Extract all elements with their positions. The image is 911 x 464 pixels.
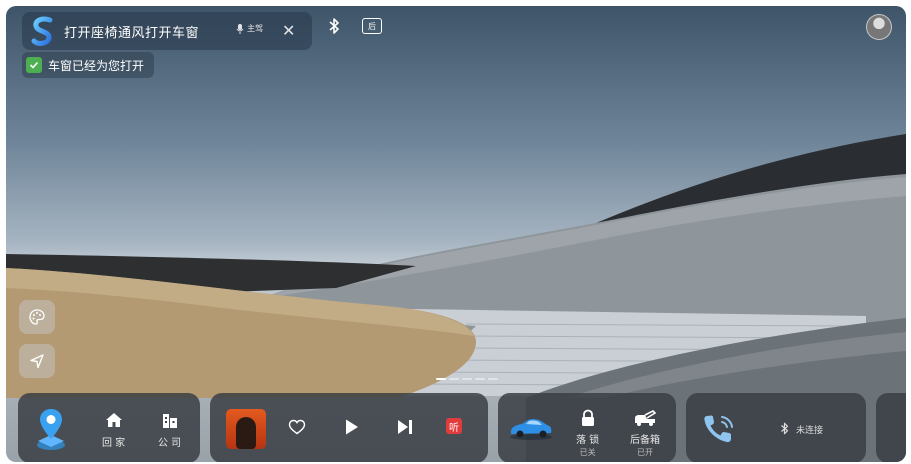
next-track-icon[interactable] — [396, 418, 414, 436]
trunk-status: 已开 — [637, 448, 653, 457]
user-avatar-icon[interactable] — [866, 14, 892, 40]
dock-phone-card[interactable]: 未连接 — [686, 393, 866, 462]
car-model-icon[interactable] — [508, 415, 554, 441]
dock-navigation-card: 回 家 公 司 — [18, 393, 200, 462]
trunk-control[interactable]: 后备箱 已开 — [630, 409, 660, 458]
page-dot[interactable] — [488, 378, 498, 380]
page-dot[interactable] — [475, 378, 485, 380]
phone-icon[interactable] — [702, 413, 738, 445]
notice-text: 车窗已经为您打开 — [48, 58, 145, 73]
rear-display-icon[interactable]: 后 — [362, 18, 382, 34]
trunk-open-icon — [635, 410, 657, 426]
theme-palette-button[interactable] — [19, 300, 55, 334]
palette-icon — [29, 309, 45, 325]
car-infotainment-screen: 打开座椅通风打开车窗 主驾 ✕ 后 车窗已经为您打开 回 家 公 司 听 落 锁… — [6, 6, 906, 462]
mic-seat-label: 主驾 — [247, 24, 263, 33]
listen-app-icon[interactable]: 听 — [446, 418, 462, 434]
lock-icon — [581, 409, 594, 426]
lock-label: 落 锁 — [576, 435, 600, 446]
dock-media-card: 听 — [210, 393, 488, 462]
listen-badge: 听 — [449, 422, 459, 434]
close-icon[interactable]: ✕ — [282, 21, 295, 40]
voice-assistant-bar[interactable]: 打开座椅通风打开车窗 主驾 ✕ — [22, 12, 312, 50]
phone-connection-status: 未连接 — [796, 426, 824, 436]
lock-status: 已关 — [579, 448, 596, 457]
navigation-button[interactable] — [19, 344, 55, 378]
dock-extra-card[interactable] — [876, 393, 906, 462]
window-open-notice: 车窗已经为您打开 — [22, 52, 155, 78]
door-lock-control[interactable]: 落 锁 已关 — [576, 409, 599, 458]
play-icon[interactable] — [344, 418, 360, 436]
assistant-logo-icon — [31, 16, 53, 46]
page-indicator — [436, 378, 498, 380]
bluetooth-icon[interactable] — [328, 18, 340, 34]
navigation-arrow-icon — [30, 354, 44, 369]
map-pin-icon[interactable] — [34, 407, 68, 451]
home-icon — [105, 413, 122, 427]
dock-vehicle-card: 落 锁 已关 后备箱 已开 — [498, 393, 676, 462]
company-label: 公 司 — [158, 438, 182, 449]
heart-icon[interactable] — [288, 419, 306, 435]
home-shortcut[interactable]: 回 家 — [102, 411, 125, 449]
page-dot[interactable] — [462, 378, 472, 380]
company-shortcut[interactable]: 公 司 — [158, 411, 181, 449]
page-dot[interactable] — [436, 378, 446, 380]
trunk-label: 后备箱 — [630, 435, 660, 446]
mic-indicator[interactable]: 主驾 — [236, 23, 263, 34]
page-dot[interactable] — [449, 378, 459, 380]
check-icon — [26, 57, 42, 73]
microphone-icon — [236, 23, 244, 34]
rear-display-glyph: 后 — [368, 21, 376, 31]
album-cover[interactable] — [226, 409, 266, 449]
voice-query-text: 打开座椅通风打开车窗 — [64, 25, 200, 41]
home-label: 回 家 — [102, 438, 126, 449]
company-building-icon — [162, 414, 177, 428]
bluetooth-icon — [781, 422, 789, 435]
